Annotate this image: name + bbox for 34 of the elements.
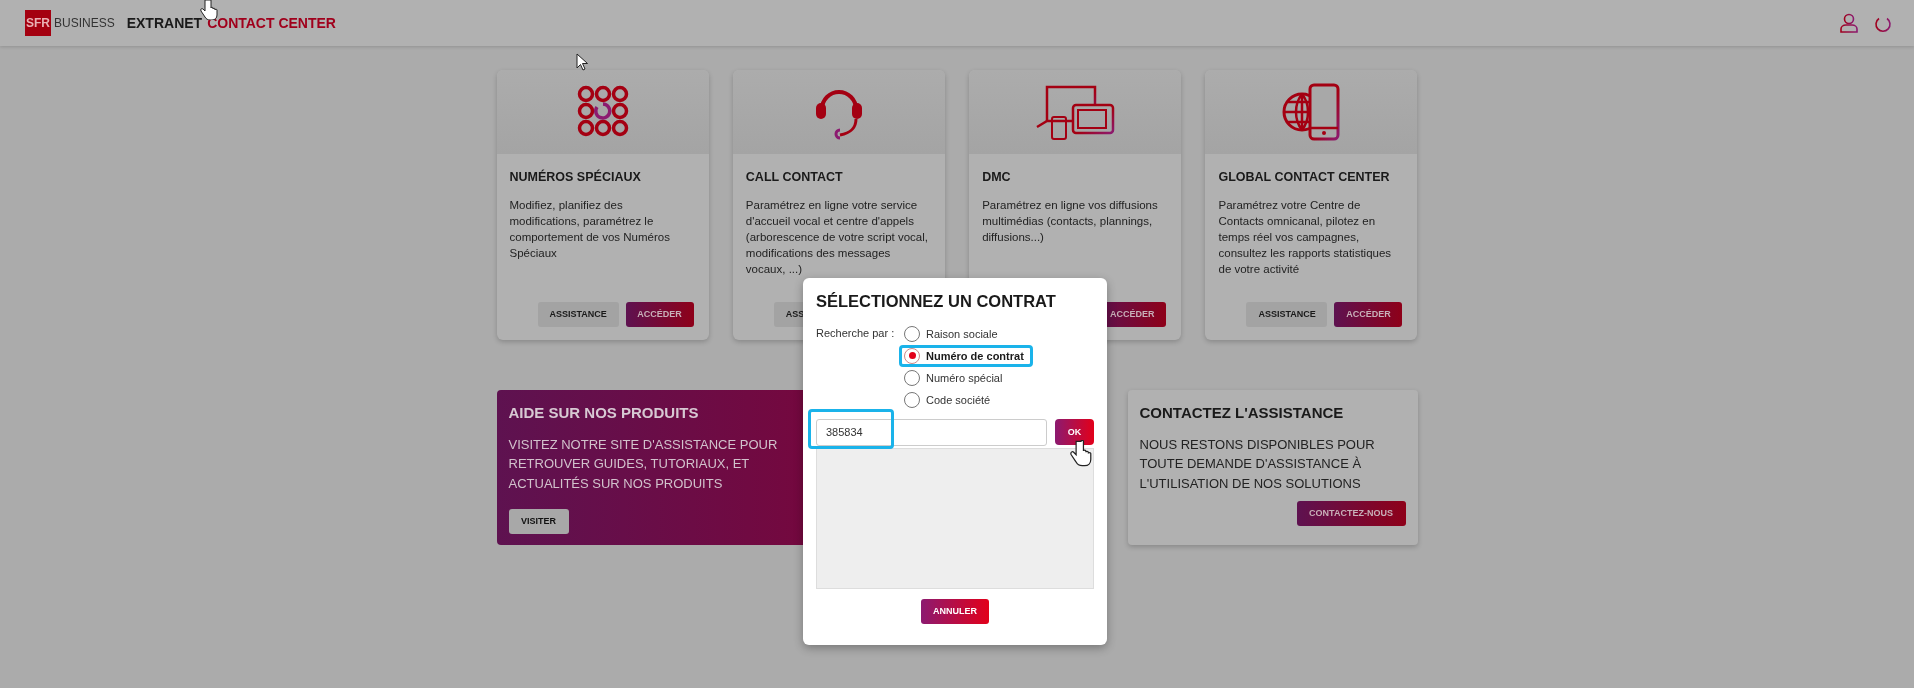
user-icon[interactable] — [1840, 13, 1858, 33]
card-title: DMC — [982, 169, 1012, 186]
logo-text: BUSINESS — [54, 15, 115, 32]
card-description: Paramétrez en ligne votre service d'accueil vocal et centre d'appels (arborescence de votre script vocal, modifications des messages vocaux, ...) — [745, 197, 929, 278]
arrow-cursor-icon — [576, 53, 588, 71]
cancel-button[interactable]: ANNULER — [921, 599, 989, 624]
pointer-cursor-icon — [1070, 440, 1092, 467]
radio-option[interactable]: Code société — [899, 388, 1033, 411]
radio-option[interactable]: Raison sociale — [899, 322, 1033, 345]
app-title: EXTRANET — [126, 13, 203, 33]
access-button[interactable]: ACCÉDER — [1334, 302, 1403, 327]
search-label: Recherche par : — [816, 325, 896, 341]
access-button[interactable]: ACCÉDER — [625, 302, 694, 327]
panel-title: CONTACTEZ L'ASSISTANCE — [1139, 403, 1345, 423]
card-description: Modifiez, planifiez des modifications, paramétrez le comportement de vos Numéros Spéciaux — [509, 197, 671, 262]
contract-number-input[interactable]: 385834 — [816, 418, 1047, 446]
card-description: Paramétrez votre Centre de Contacts omnicanal, pilotez en temps réel vos campagnes, consultez les rapports statistiques de votre activité — [1218, 197, 1393, 278]
radio-option[interactable]: Numéro de contrat — [899, 344, 1033, 367]
assistance-button[interactable]: ASSISTANCE — [537, 302, 619, 327]
logo-badge: SFR — [25, 10, 51, 36]
pointer-cursor-icon — [200, 0, 218, 20]
assistance-button[interactable]: ASSISTANCE — [1246, 302, 1328, 327]
visit-button[interactable]: VISITER — [508, 509, 569, 535]
card-title: GLOBAL CONTACT CENTER — [1218, 169, 1391, 186]
contact-button[interactable]: CONTACTEZ-NOUS — [1296, 501, 1406, 527]
card-title: NUMÉROS SPÉCIAUX — [509, 168, 642, 186]
card-description: Paramétrez en ligne vos diffusions multimédias (contacts, plannings, diffusions...) — [982, 197, 1159, 245]
panel-text: VISITEZ NOTRE SITE D'ASSISTANCE POUR RETROUVER GUIDES, TUTORIAUX, ET ACTUALITÉS SUR NOS PRODUITS — [508, 435, 779, 493]
dialog-title: SÉLECTIONNEZ UN CONTRAT — [816, 291, 1057, 312]
panel-title: AIDE SUR NOS PRODUITS — [508, 403, 700, 423]
app-title-accent: CONTACT CENTER — [207, 13, 336, 33]
panel-text: NOUS RESTONS DISPONIBLES POUR TOUTE DEMANDE D'ASSISTANCE À L'UTILISATION DE NOS SOLUTIONS — [1139, 435, 1376, 493]
radio-option[interactable]: Numéro spécial — [899, 366, 1033, 389]
card-title: CALL CONTACT — [745, 169, 844, 186]
